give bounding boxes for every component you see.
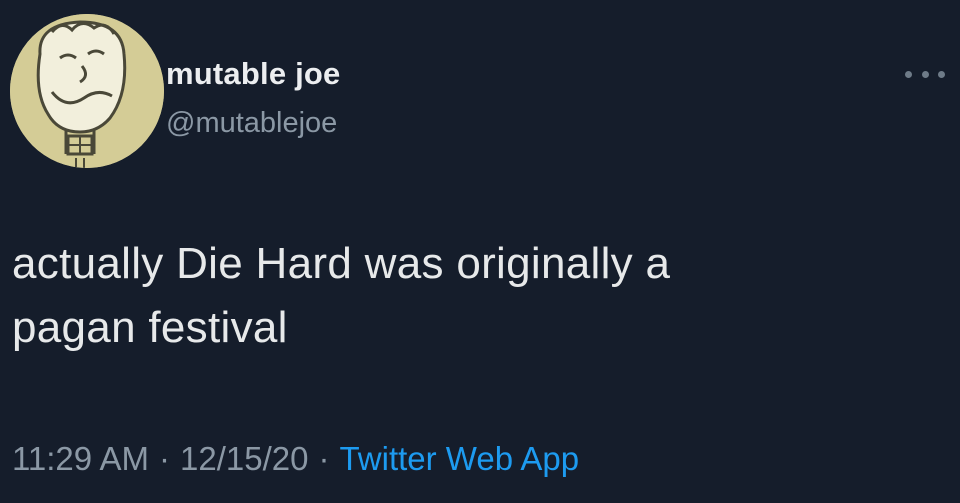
author-handle[interactable]: @mutablejoe xyxy=(166,107,337,140)
tweet-date[interactable]: 12/15/20 xyxy=(180,440,308,477)
tweet-card: mutable joe @mutablejoe actually Die Har… xyxy=(0,0,960,503)
tweet-text-line: actually Die Hard was originally a xyxy=(12,239,671,288)
tweet-text-line: pagan festival xyxy=(12,303,288,352)
meta-separator: · xyxy=(318,440,330,477)
more-horizontal-icon xyxy=(905,70,912,78)
tweet-text: actually Die Hard was originally a pagan… xyxy=(12,232,942,360)
tweet-meta: 11:29 AM · 12/15/20 · Twitter Web App xyxy=(12,440,579,478)
tweet-time[interactable]: 11:29 AM xyxy=(12,440,149,477)
more-horizontal-icon-dot xyxy=(938,70,945,78)
tweet-source-link[interactable]: Twitter Web App xyxy=(339,440,579,477)
author-display-name[interactable]: mutable joe xyxy=(166,56,340,92)
more-horizontal-icon-dot xyxy=(921,70,929,78)
cartoon-face-avatar-icon xyxy=(10,14,164,168)
avatar[interactable] xyxy=(10,14,164,168)
more-options-button[interactable] xyxy=(905,62,945,86)
meta-separator: · xyxy=(158,440,170,477)
